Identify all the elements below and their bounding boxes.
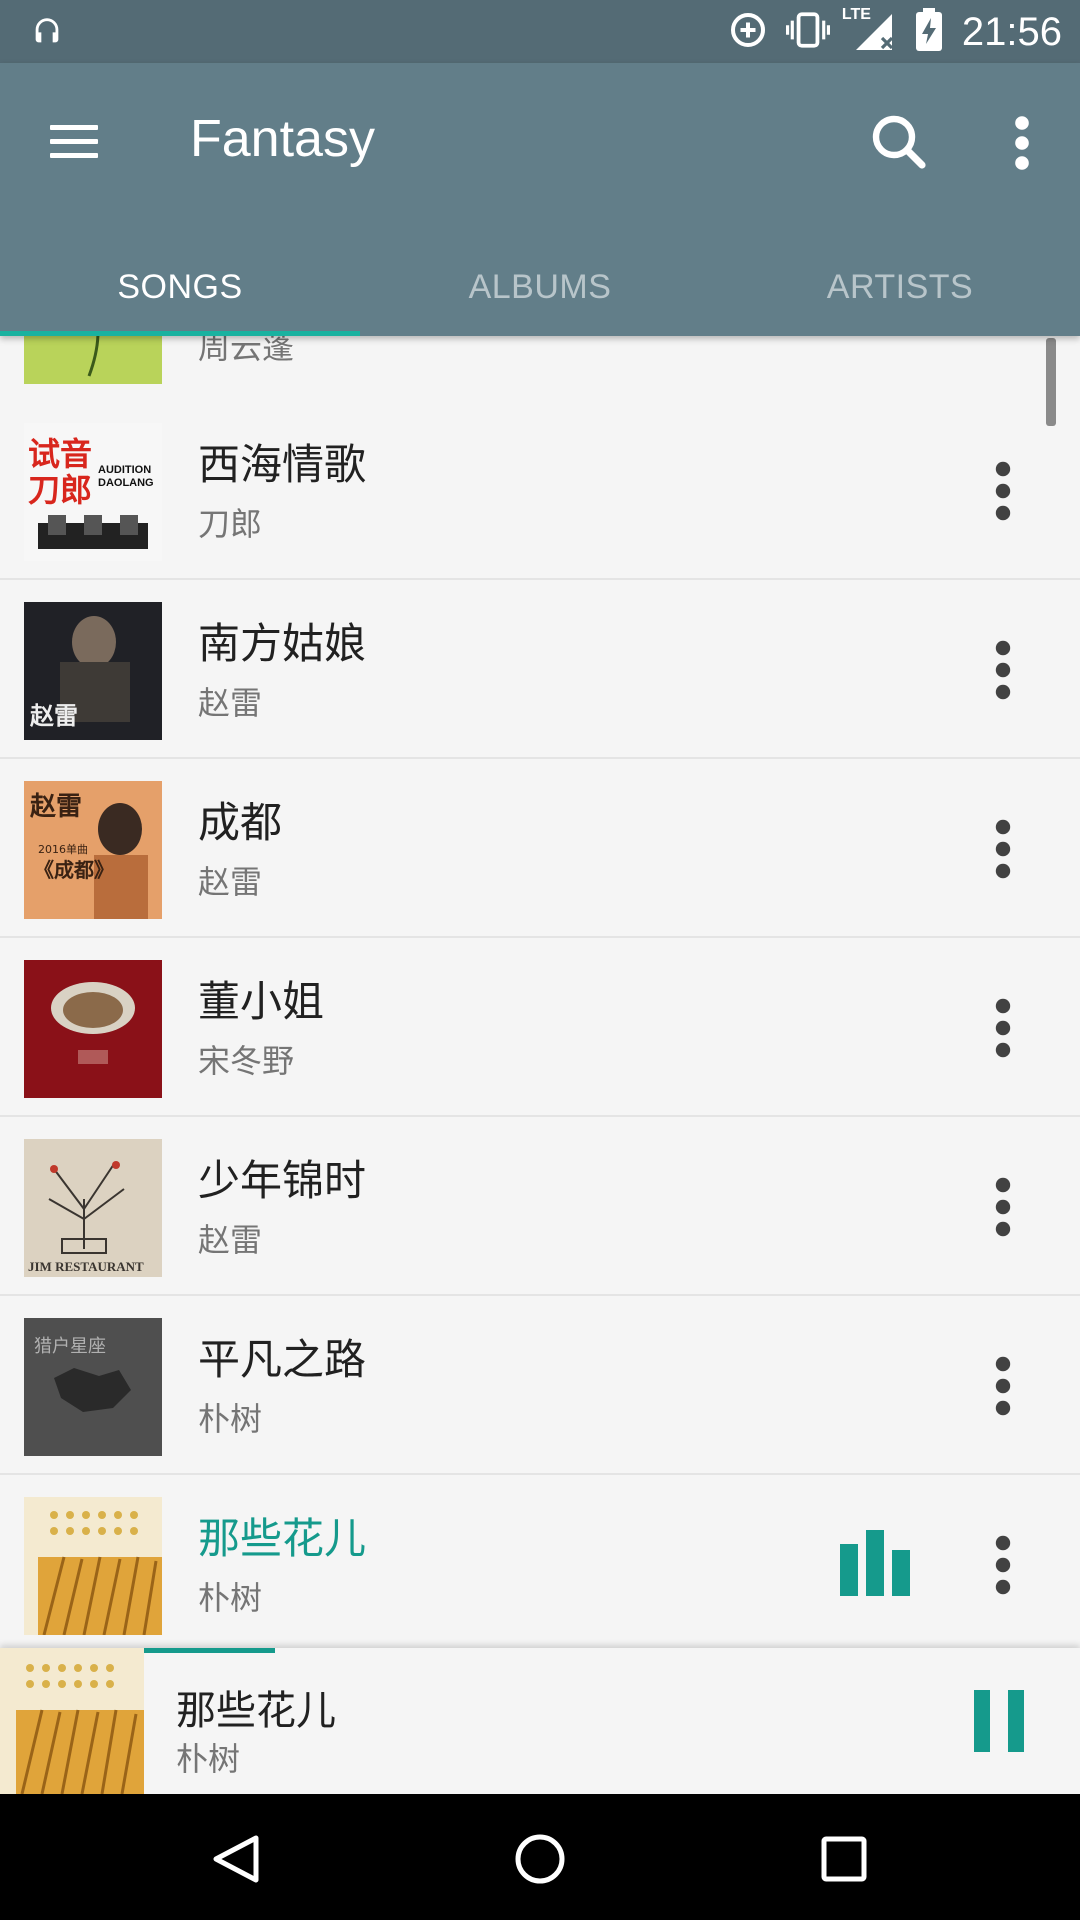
song-overflow-icon[interactable] [980,451,1026,531]
sync-plus-icon [728,10,768,54]
song-overflow-icon[interactable] [980,1167,1026,1247]
song-artist: 赵雷 [198,863,263,901]
song-list[interactable]: 周云蓬 试音 刀郎 AUDITION DAOLANG 西海情歌 刀郎 赵雷 南方… [0,336,1080,1648]
list-item[interactable]: 周云蓬 [0,336,1080,403]
song-title: 那些花儿 [198,1514,367,1563]
song-artist: 刀郎 [198,505,263,543]
vibrate-icon [785,10,830,54]
home-icon[interactable] [495,1814,585,1904]
song-title: 南方姑娘 [198,619,367,668]
song-overflow-icon[interactable] [980,630,1026,710]
status-time: 21:56 [961,9,1062,54]
song-title: 平凡之路 [198,1335,367,1384]
recents-icon[interactable] [799,1814,889,1904]
signal-icon: LTE [842,6,896,54]
now-playing-art [0,1648,144,1794]
song-title: 董小姐 [198,977,325,1026]
list-item[interactable]: 猎户星座 平凡之路 朴树 [0,1296,1080,1475]
album-art [24,336,162,384]
overflow-menu-icon[interactable] [990,103,1054,183]
art-text-daolang-1: 试音 [28,435,92,473]
song-artist: 周云蓬 [198,336,295,366]
song-artist: 宋冬野 [198,1042,295,1080]
page-title: Fantasy [190,110,375,168]
art-text-audition: AUDITION [98,464,151,476]
song-title: 少年锦时 [198,1156,367,1205]
list-item[interactable]: 董小姐 宋冬野 [0,938,1080,1117]
album-art [24,1497,162,1635]
album-art: 赵雷 2016单曲 《成都》 [24,781,162,919]
list-item[interactable]: JIM RESTAURANT 少年锦时 赵雷 [0,1117,1080,1296]
album-art: 猎户星座 [24,1318,162,1456]
now-playing-title: 那些花儿 [176,1688,336,1734]
hamburger-menu-icon[interactable] [38,105,110,177]
song-overflow-icon[interactable] [980,809,1026,889]
song-overflow-icon[interactable] [980,1346,1026,1426]
album-art: 试音 刀郎 AUDITION DAOLANG [24,423,162,561]
battery-charging-icon [914,8,944,56]
list-item-playing[interactable]: 那些花儿 朴树 [0,1475,1080,1648]
song-artist: 赵雷 [198,1221,263,1259]
song-artist: 朴树 [198,1579,263,1617]
app-bar: Fantasy SONGS ALBUMS ARTISTS [0,63,1080,336]
art-text-chengdu: 《成都》 [34,858,114,882]
song-overflow-icon[interactable] [980,1525,1026,1605]
list-scrollbar[interactable] [1046,338,1056,426]
list-item[interactable]: 赵雷 2016单曲 《成都》 成都 赵雷 [0,759,1080,938]
playback-progress [144,1648,275,1653]
art-text-daolang-2: 刀郎 [28,471,92,509]
art-text-liehu: 猎户星座 [34,1336,106,1357]
equalizer-icon [840,1530,912,1596]
song-title: 成都 [198,798,283,847]
search-icon[interactable] [860,103,940,183]
art-text-year: 2016单曲 [38,843,88,856]
tab-artists[interactable]: ARTISTS [720,239,1080,336]
album-art: 赵雷 [24,602,162,740]
headphones-icon [30,14,64,52]
status-bar: LTE 21:56 [0,0,1080,63]
mini-player[interactable]: 那些花儿 朴树 [0,1648,1080,1794]
tab-albums[interactable]: ALBUMS [360,239,720,336]
album-art [24,960,162,1098]
art-text-jim: JIM RESTAURANT [28,1259,144,1274]
list-item[interactable]: 赵雷 南方姑娘 赵雷 [0,580,1080,759]
album-art: JIM RESTAURANT [24,1139,162,1277]
tab-bar: SONGS ALBUMS ARTISTS [0,239,1080,336]
art-text-zhaolei: 赵雷 [29,702,78,730]
art-text-daolang-en: DAOLANG [98,477,154,489]
now-playing-artist: 朴树 [176,1740,241,1778]
back-icon[interactable] [192,1814,282,1904]
song-title: 西海情歌 [198,440,367,489]
list-item[interactable]: 试音 刀郎 AUDITION DAOLANG 西海情歌 刀郎 [0,401,1080,580]
pause-icon[interactable] [970,1688,1030,1754]
art-text-zhaolei: 赵雷 [29,792,82,822]
song-overflow-icon[interactable] [980,988,1026,1068]
system-nav-bar [0,1794,1080,1920]
song-artist: 赵雷 [198,684,263,722]
song-artist: 朴树 [198,1400,263,1438]
tab-songs[interactable]: SONGS [0,239,360,336]
network-type: LTE [841,6,871,23]
